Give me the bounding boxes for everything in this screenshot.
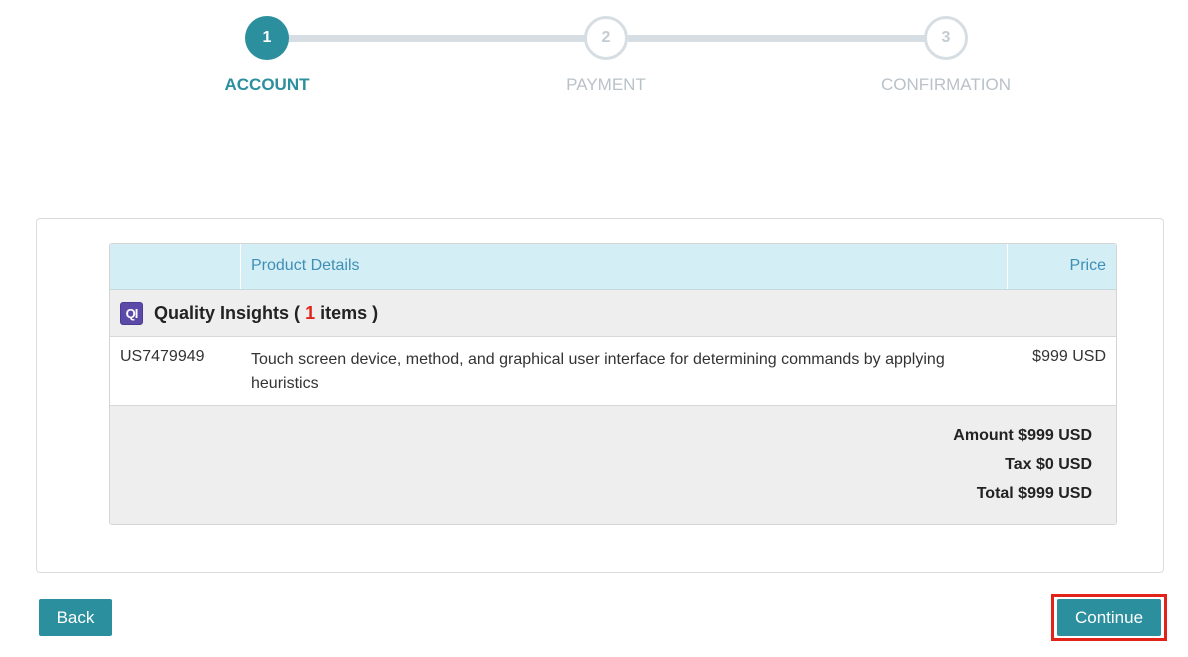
group-open-paren: ( [294, 302, 301, 323]
group-item-suffix: items [320, 302, 368, 323]
header-id-cell [110, 244, 241, 289]
item-patent-id: US7479949 [120, 348, 205, 365]
group-name: Quality Insights [154, 302, 290, 323]
continue-button[interactable]: Continue [1057, 599, 1161, 636]
item-price: $999 USD [1032, 348, 1106, 365]
step-3-circle: 3 [924, 16, 968, 60]
grand-total: Total $999 USD [976, 485, 1092, 502]
checkout-stepper: 1 2 3 ACCOUNT PAYMENT CONFIRMATION [0, 0, 1188, 120]
totals-section: Amount $999 USD Tax $0 USD Total $999 US… [110, 406, 1116, 524]
header-price: Price [1069, 257, 1106, 274]
table-header: Product Details Price [110, 244, 1116, 290]
product-group-row: QI Quality Insights ( 1 items ) [110, 290, 1116, 337]
step-3-number: 3 [941, 29, 951, 46]
back-button[interactable]: Back [39, 599, 112, 636]
group-item-count: 1 [305, 302, 316, 323]
quality-insights-icon-text: QI [125, 305, 139, 321]
quality-insights-icon: QI [120, 301, 143, 325]
header-product-details: Product Details [241, 244, 1008, 289]
tax-total: Tax $0 USD [1005, 456, 1092, 473]
step-2-circle: 2 [584, 16, 628, 60]
step-1-label: ACCOUNT [224, 75, 310, 94]
group-close-paren: ) [372, 302, 379, 323]
step-1-circle: 1 [245, 16, 289, 60]
step-2-number: 2 [601, 29, 611, 46]
step-connector-2 [628, 35, 926, 42]
order-summary-card: Product Details Price QI Quality Insight… [36, 218, 1164, 573]
item-description: Touch screen device, method, and graphic… [251, 351, 945, 392]
order-table: Product Details Price QI Quality Insight… [109, 243, 1117, 525]
step-connector-1 [288, 35, 586, 42]
amount-total: Amount $999 USD [953, 427, 1092, 444]
step-3-label: CONFIRMATION [880, 75, 1011, 94]
step-2-label: PAYMENT [566, 75, 646, 94]
step-1-number: 1 [262, 29, 272, 46]
table-row: US7479949 Touch screen device, method, a… [110, 337, 1116, 406]
